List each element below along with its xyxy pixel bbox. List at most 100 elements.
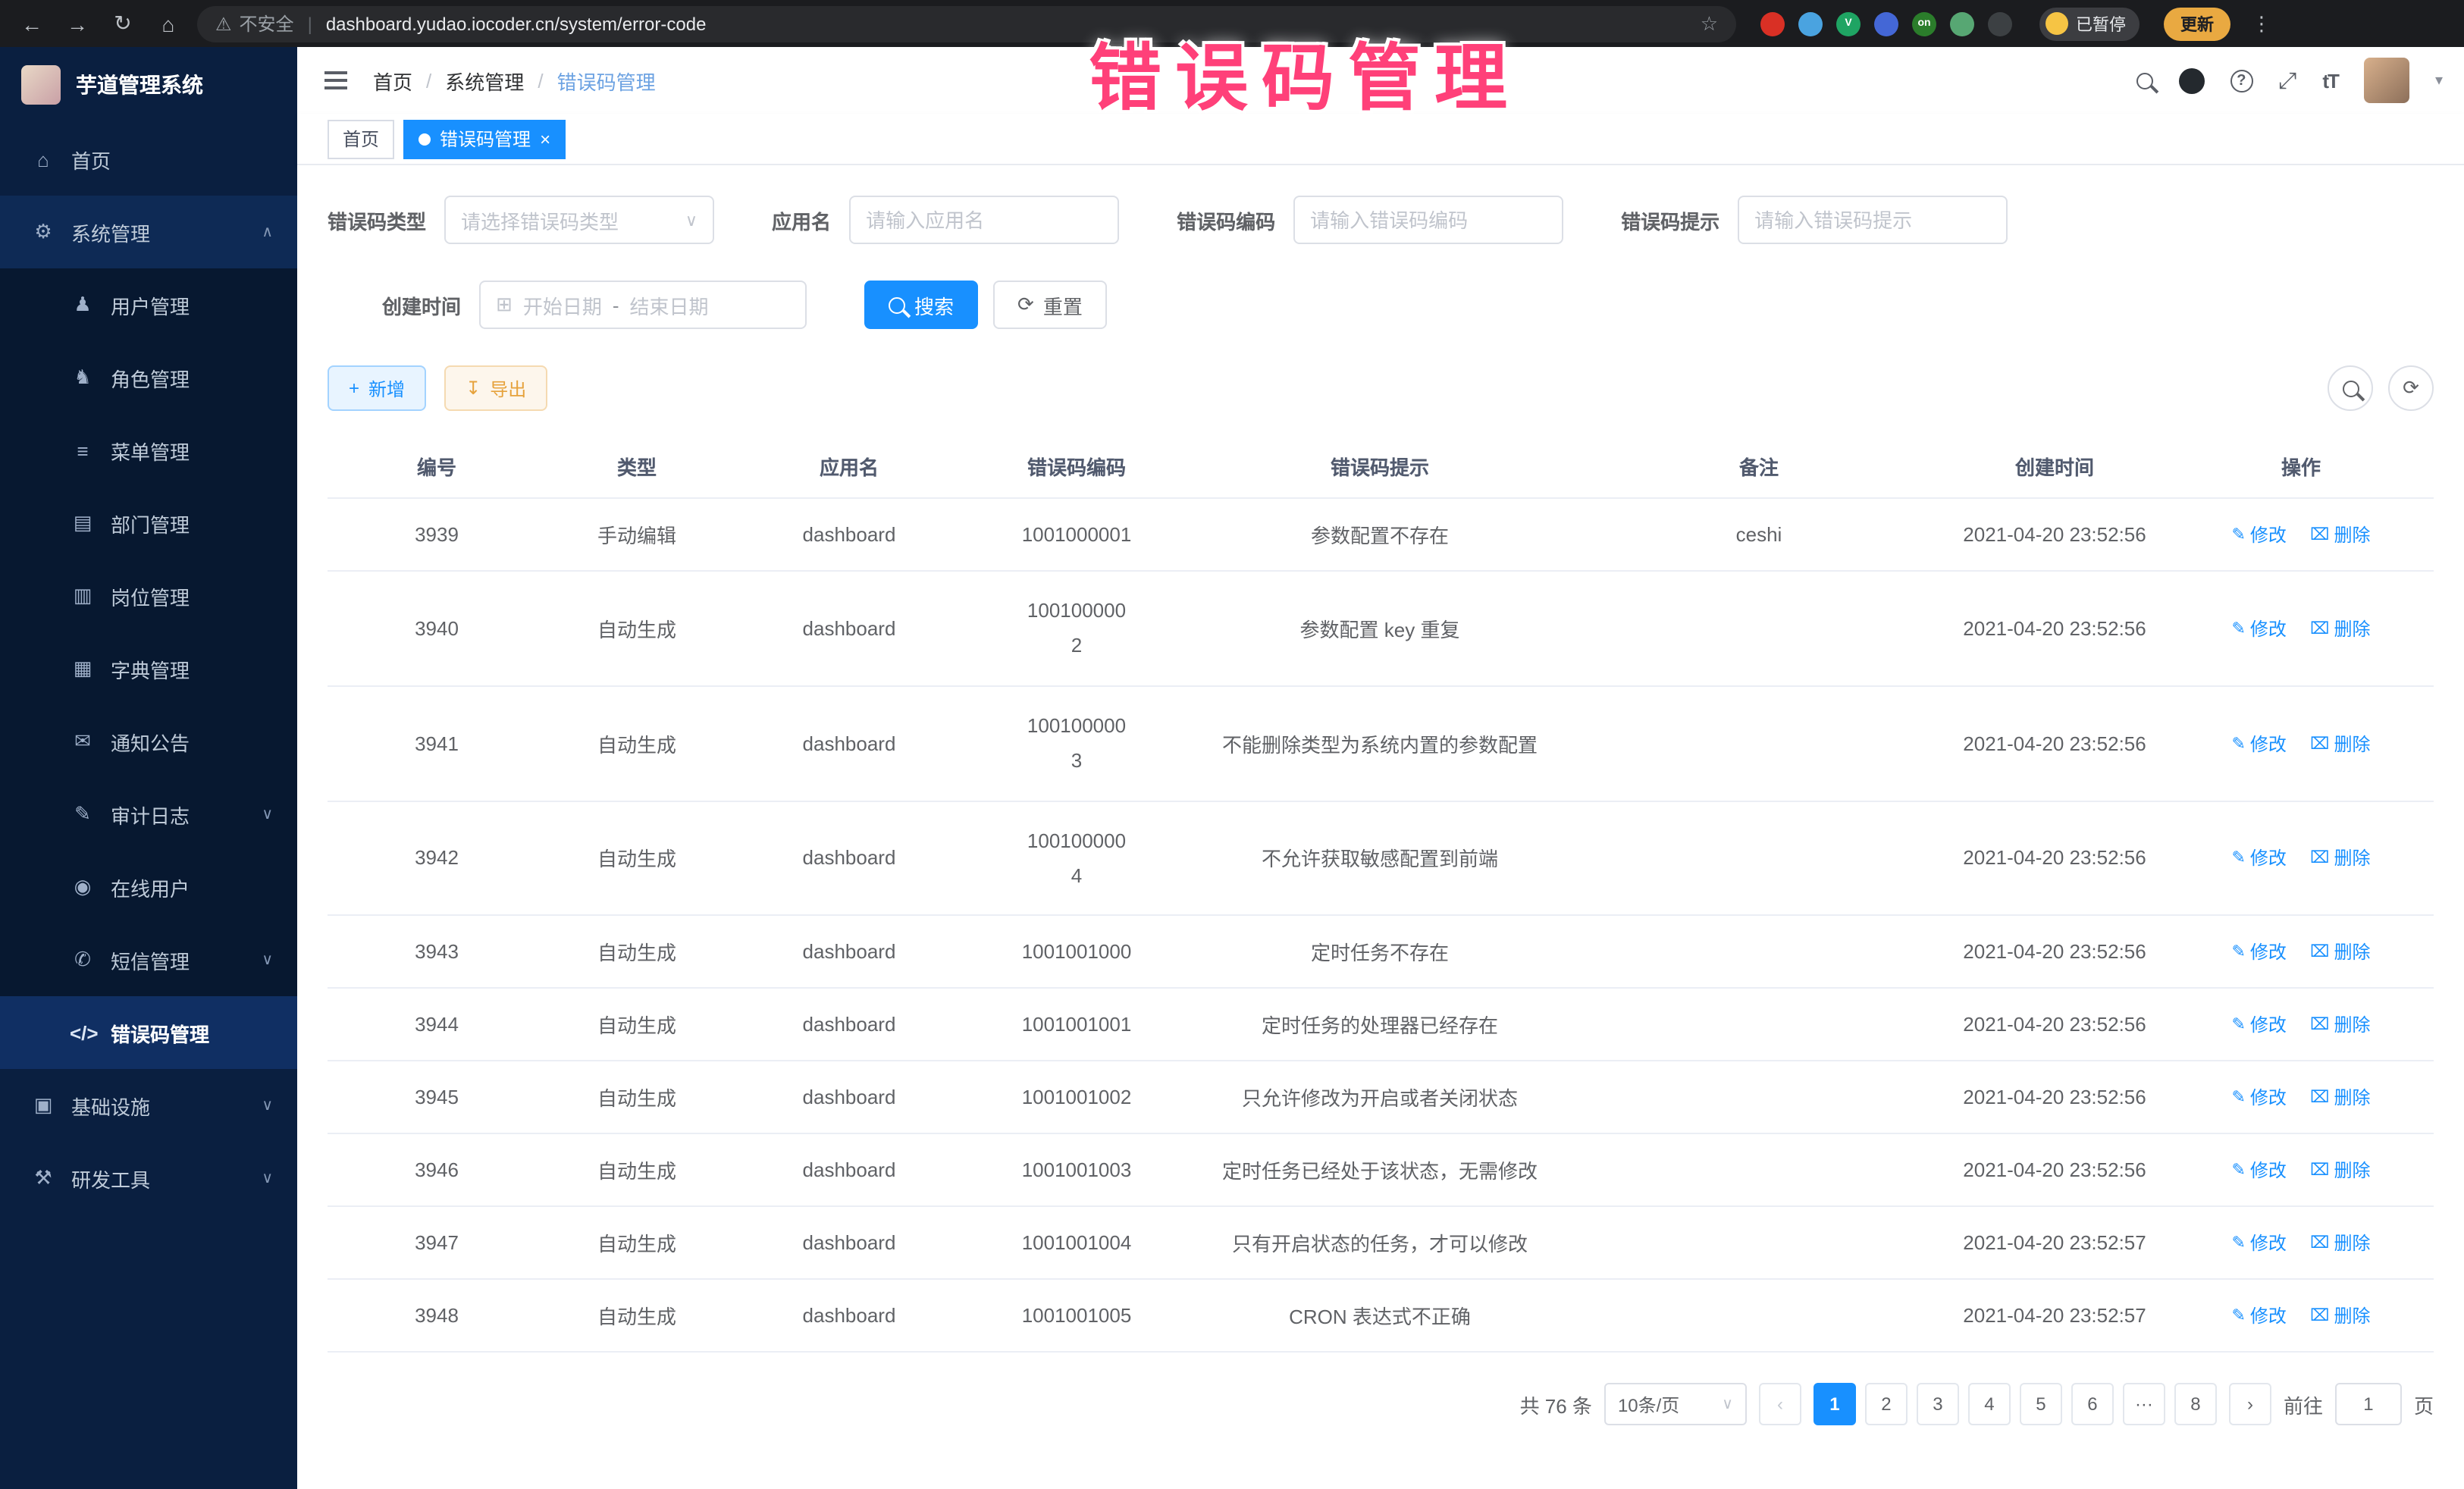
sidebar-item-home[interactable]: ⌂ 首页 (0, 123, 297, 196)
chevron-down-icon: ∨ (262, 1097, 273, 1114)
delete-link[interactable]: ⌧删除 (2310, 939, 2370, 965)
browser-menu-icon[interactable]: ⋮ (2252, 11, 2271, 36)
error-code-input[interactable] (1293, 196, 1563, 244)
page-number-button[interactable]: 8 (2174, 1384, 2217, 1426)
sidebar-toggle-button[interactable] (297, 79, 373, 82)
avatar-caret-icon[interactable]: ▾ (2435, 72, 2443, 89)
edit-link[interactable]: ✎修改 (2231, 1303, 2286, 1329)
edit-link[interactable]: ✎修改 (2231, 1085, 2286, 1111)
adblock-extension-icon[interactable] (1760, 11, 1785, 36)
delete-link[interactable]: ⌧删除 (2310, 1303, 2370, 1329)
next-page-button[interactable]: › (2229, 1384, 2271, 1426)
v-green-extension-icon[interactable]: V (1836, 11, 1861, 36)
sidebar-item-menu-mgmt[interactable]: ≡ 菜单管理 (0, 414, 297, 487)
breadcrumb-system[interactable]: 系统管理 (445, 66, 524, 95)
sidebar-group-system[interactable]: ⚙ 系统管理 ∧ (0, 196, 297, 268)
sidebar-group-dev-tools[interactable]: ⚒ 研发工具 ∨ (0, 1142, 297, 1215)
back-icon[interactable]: ← (15, 11, 49, 36)
help-icon[interactable]: ? (2230, 69, 2252, 92)
tab-error-code-mgmt[interactable]: 错误码管理 × (403, 119, 566, 158)
code-icon: </> (70, 1021, 96, 1044)
font-size-icon[interactable]: tT (2322, 69, 2338, 92)
github-icon[interactable] (2178, 67, 2204, 93)
edit-link[interactable]: ✎修改 (2231, 522, 2286, 547)
leaf-extension-icon[interactable] (1950, 11, 1974, 36)
page-number-button[interactable]: 2 (1865, 1384, 1908, 1426)
search-button[interactable]: 搜索 (864, 281, 978, 329)
edit-link[interactable]: ✎修改 (2231, 616, 2286, 641)
breadcrumb-home[interactable]: 首页 (373, 66, 412, 95)
edit-link[interactable]: ✎修改 (2231, 845, 2286, 871)
cell-ops: ✎修改 ⌧删除 (2168, 686, 2434, 801)
page-number-button[interactable]: ··· (2123, 1384, 2165, 1426)
user-avatar[interactable] (2364, 58, 2409, 103)
page-number-button[interactable]: 1 (1814, 1384, 1856, 1426)
table-row: 3945 自动生成 dashboard 1001001002 只允许修改为开启或… (328, 1061, 2434, 1134)
sidebar-item-online-users[interactable]: ◉ 在线用户 (0, 851, 297, 923)
forward-icon[interactable]: → (61, 11, 94, 36)
goto-page-input[interactable] (2335, 1384, 2402, 1426)
reset-button[interactable]: ⟳ 重置 (993, 281, 1107, 329)
app-name-input[interactable] (849, 196, 1119, 244)
cell-app: dashboard (728, 1207, 970, 1280)
delete-link[interactable]: ⌧删除 (2310, 1012, 2370, 1038)
color-picker-extension-icon[interactable] (1798, 11, 1823, 36)
page-number-button[interactable]: 3 (1917, 1384, 1959, 1426)
sidebar-item-user-mgmt[interactable]: ♟ 用户管理 (0, 268, 297, 341)
edit-link[interactable]: ✎修改 (2231, 939, 2286, 965)
browser-home-icon[interactable]: ⌂ (152, 11, 185, 36)
prev-page-button[interactable]: ‹ (1759, 1384, 1801, 1426)
search-icon[interactable] (2136, 72, 2152, 89)
cell-remark: ceshi (1577, 498, 1941, 571)
page-number-button[interactable]: 6 (2071, 1384, 2114, 1426)
tab-home[interactable]: 首页 (328, 119, 394, 158)
sidebar-group-audit-log[interactable]: ✎ 审计日志 ∨ (0, 778, 297, 851)
profile-chip[interactable]: 已暂停 (2039, 7, 2140, 40)
edit-link[interactable]: ✎修改 (2231, 730, 2286, 756)
page-number-button[interactable]: 5 (2020, 1384, 2062, 1426)
edit-link[interactable]: ✎修改 (2231, 1012, 2286, 1038)
cell-ops: ✎修改 ⌧删除 (2168, 916, 2434, 989)
delete-link[interactable]: ⌧删除 (2310, 522, 2370, 547)
sidebar-item-dept-mgmt[interactable]: ▤ 部门管理 (0, 487, 297, 560)
security-indicator[interactable]: ⚠ 不安全 (215, 11, 294, 36)
toggle-search-button[interactable] (2328, 365, 2373, 411)
sidebar-item-role-mgmt[interactable]: ♞ 角色管理 (0, 341, 297, 414)
refresh-table-button[interactable]: ⟳ (2388, 365, 2434, 411)
edit-link[interactable]: ✎修改 (2231, 1230, 2286, 1256)
error-msg-input[interactable] (1738, 196, 2008, 244)
delete-link[interactable]: ⌧删除 (2310, 616, 2370, 641)
tab-label: 首页 (343, 126, 379, 152)
sidebar-item-dict-mgmt[interactable]: ▦ 字典管理 (0, 632, 297, 705)
page-number-button[interactable]: 4 (1968, 1384, 2011, 1426)
filter-app-name: 应用名 (772, 196, 1119, 244)
page-size-select[interactable]: 10条/页 ∨ (1604, 1384, 1747, 1426)
cell-code: 1001001000 (970, 916, 1183, 989)
sidebar-item-post-mgmt[interactable]: ▥ 岗位管理 (0, 560, 297, 632)
delete-link[interactable]: ⌧删除 (2310, 1085, 2370, 1111)
puzzle-extension-icon[interactable] (1988, 11, 2012, 36)
delete-link[interactable]: ⌧删除 (2310, 730, 2370, 756)
bookmark-star-icon[interactable]: ☆ (1701, 11, 1718, 36)
add-button[interactable]: + 新增 (328, 365, 426, 411)
sidebar-item-notice[interactable]: ✉ 通知公告 (0, 705, 297, 778)
fullscreen-icon[interactable]: ⤢ (2278, 67, 2296, 93)
delete-link[interactable]: ⌧删除 (2310, 1230, 2370, 1256)
reload-icon[interactable]: ↻ (106, 11, 140, 36)
export-button[interactable]: ↧ 导出 (444, 365, 547, 411)
edit-link[interactable]: ✎修改 (2231, 1158, 2286, 1183)
error-type-select[interactable]: 请选择错误码类型 ∨ (444, 196, 714, 244)
delete-link[interactable]: ⌧删除 (2310, 845, 2370, 871)
sidebar-item-label: 用户管理 (111, 290, 190, 319)
sidebar-item-error-code-mgmt[interactable]: </> 错误码管理 (0, 996, 297, 1069)
sidebar-group-sms-mgmt[interactable]: ✆ 短信管理 ∨ (0, 923, 297, 996)
apps-grid-extension-icon[interactable] (1874, 11, 1898, 36)
proxy-on-extension-icon[interactable]: on (1912, 11, 1936, 36)
date-range-picker[interactable]: ⊞ 开始日期 - 结束日期 (479, 281, 807, 329)
sidebar-group-infrastructure[interactable]: ▣ 基础设施 ∨ (0, 1069, 297, 1142)
close-icon[interactable]: × (540, 128, 550, 149)
browser-update-button[interactable]: 更新 (2164, 7, 2230, 40)
delete-link[interactable]: ⌧删除 (2310, 1158, 2370, 1183)
user-icon: ♟ (70, 293, 96, 317)
cell-type: 手动编辑 (546, 498, 728, 571)
